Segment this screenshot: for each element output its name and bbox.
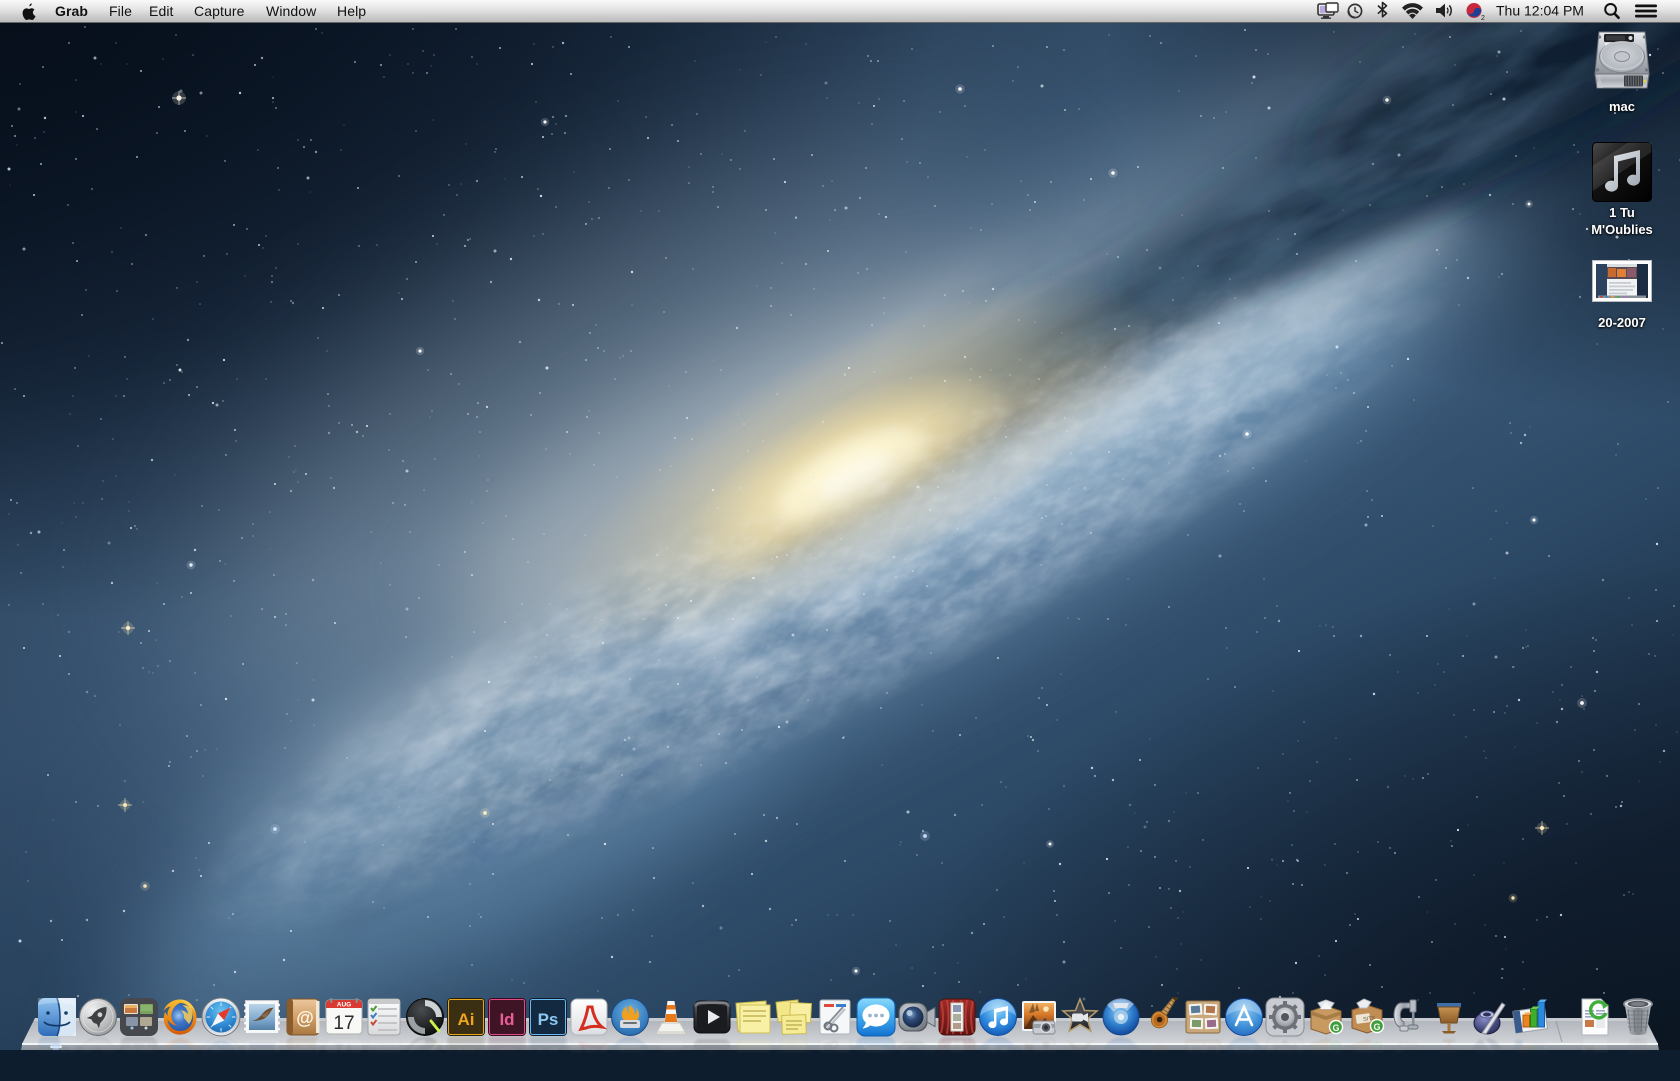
svg-text:Id: Id [499, 1010, 514, 1029]
svg-text:Id: Id [499, 1044, 514, 1063]
svg-text:Ps: Ps [538, 1010, 559, 1029]
svg-text:@: @ [296, 1008, 314, 1028]
svg-text:Ai: Ai [458, 1010, 475, 1029]
svg-text:G: G [1332, 1040, 1339, 1050]
svg-text:G: G [1373, 1022, 1380, 1032]
svg-text:AUG: AUG [337, 1065, 351, 1072]
svg-text:17: 17 [333, 1013, 354, 1034]
svg-text:Ai: Ai [458, 1044, 475, 1063]
svg-text:@: @ [296, 1045, 314, 1065]
svg-text:2: 2 [1481, 15, 1485, 22]
svg-text:Ps: Ps [538, 1044, 559, 1063]
svg-text:Thu 12:04 PM: Thu 12:04 PM [1496, 3, 1584, 19]
svg-text:AUG: AUG [337, 1002, 351, 1009]
svg-text:G: G [1332, 1023, 1339, 1033]
